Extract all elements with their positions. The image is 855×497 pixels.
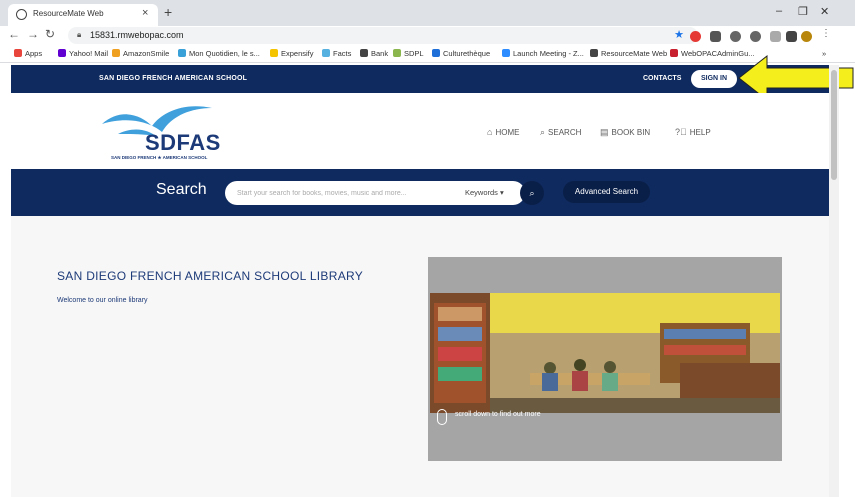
library-photo [430, 293, 780, 413]
keywords-dropdown[interactable]: Keywords ▾ [465, 188, 504, 197]
nav-home-label: HOME [495, 128, 520, 137]
bookmark-item[interactable]: Facts [322, 49, 351, 58]
nav-book-bin-label: BOOK BIN [611, 128, 651, 137]
bookmark-label: Bank [371, 49, 389, 58]
bookmark-label: Expensify [281, 49, 314, 58]
top-bar: SAN DIEGO FRENCH AMERICAN SCHOOL CONTACT… [11, 65, 829, 93]
logo-subtitle: SAN DIEGO FRENCH ★ AMERICAN SCHOOL [111, 155, 208, 160]
bookmark-star-icon[interactable]: ★ [674, 28, 684, 41]
advanced-search-button[interactable]: Advanced Search [563, 181, 650, 203]
bookmark-label: Launch Meeting - Z... [513, 49, 584, 58]
search-box: Keywords ▾ [225, 181, 525, 205]
nav-search-label: SEARCH [548, 128, 582, 137]
nav-search[interactable]: ⌕ SEARCH [540, 127, 581, 138]
scrollbar-thumb[interactable] [831, 70, 837, 180]
reload-icon[interactable]: ↻ [45, 27, 55, 41]
search-input[interactable] [237, 181, 442, 205]
tab-title: ResourceMate Web [33, 9, 104, 18]
bookmark-icon [112, 49, 120, 57]
extension-icon[interactable] [750, 31, 761, 42]
bookmarks-bar: Apps Yahoo! Mail AmazonSmile Mon Quotidien,… [0, 46, 855, 63]
bookmark-item[interactable]: Expensify [270, 49, 314, 58]
browser-tab[interactable]: ResourceMate Web × [8, 4, 158, 26]
back-icon[interactable]: ← [8, 27, 20, 41]
bookmark-item[interactable]: AmazonSmile [112, 49, 169, 58]
help-icon: ?⃝ [675, 127, 687, 137]
bookmark-item[interactable]: Yahoo! Mail [58, 49, 108, 58]
new-tab-button[interactable]: + [164, 4, 172, 20]
bookmark-icon [432, 49, 440, 57]
cast-icon[interactable] [770, 31, 781, 42]
bookmark-item[interactable]: SDPL [393, 49, 424, 58]
search-icon: ⌕ [540, 127, 546, 137]
bookmark-item[interactable]: Bank [360, 49, 388, 58]
bookmark-icon [670, 49, 678, 57]
browser-toolbar: ← → ↻ 🔒︎ 15831.rmwebopac.com ★ [0, 26, 855, 46]
page-title: SAN DIEGO FRENCH AMERICAN SCHOOL LIBRARY [57, 269, 364, 283]
bookmark-label: Mon Quotidien, le s... [189, 49, 260, 58]
mouse-scroll-icon [437, 409, 447, 425]
bookmark-label: AmazonSmile [123, 49, 170, 58]
bookmark-label: Culturethèque [443, 49, 491, 58]
maximize-button[interactable]: ❐ [798, 5, 808, 18]
logo-text: SDFAS [145, 130, 221, 155]
avatar[interactable] [801, 31, 812, 42]
nav-help-label: HELP [689, 128, 711, 137]
bookmark-item[interactable]: Mon Quotidien, le s... [178, 49, 260, 58]
tab-close-button[interactable]: × [142, 7, 148, 19]
search-title: Search [156, 181, 207, 198]
bookmark-icon [590, 49, 598, 57]
bookmark-icon [58, 49, 66, 57]
page-subtitle: Welcome to our online library [57, 297, 148, 304]
bookmark-label: Yahoo! Mail [69, 49, 109, 58]
nav-book-bin[interactable]: ▤ BOOK BIN [600, 127, 650, 138]
opera-extension-icon[interactable] [690, 31, 701, 42]
scroll-hint: scroll down to find out more [455, 411, 541, 418]
keywords-label: Keywords [465, 188, 498, 197]
bookmark-icon [360, 49, 368, 57]
search-icon: ⌕ [529, 188, 535, 198]
address-bar[interactable]: 🔒︎ 15831.rmwebopac.com ★ [68, 27, 698, 44]
sign-in-button[interactable]: SIGN IN [691, 70, 737, 88]
bookmark-item[interactable]: Culturethèque [432, 49, 490, 58]
home-icon: ⌂ [487, 127, 493, 137]
contacts-link[interactable]: CONTACTS [643, 75, 681, 82]
address-url: 15831.rmwebopac.com [90, 30, 184, 40]
bookmark-label: Facts [333, 49, 352, 58]
bookmark-label: SDPL [404, 49, 424, 58]
school-name: SAN DIEGO FRENCH AMERICAN SCHOOL [99, 75, 248, 82]
bookmark-item[interactable]: ResourceMate Web [590, 49, 667, 58]
menu-kebab-icon[interactable]: ⋮ [821, 28, 831, 39]
bookmark-icon [393, 49, 401, 57]
bookmark-icon [178, 49, 186, 57]
minimize-button[interactable]: – [776, 5, 782, 17]
nav-help[interactable]: ?⃝ HELP [675, 127, 711, 137]
bookmark-icon [270, 49, 278, 57]
puzzle-extension-icon[interactable] [786, 31, 797, 42]
bookmark-item[interactable]: Apps [14, 49, 42, 58]
lock-icon: 🔒︎ [77, 30, 82, 39]
bookmark-icon [322, 49, 330, 57]
bookbin-icon: ▤ [600, 127, 609, 137]
extension-icon[interactable] [710, 31, 721, 42]
search-submit-button[interactable]: ⌕ [520, 181, 544, 205]
close-window-button[interactable]: ✕ [820, 5, 829, 18]
nav-home[interactable]: ⌂ HOME [487, 127, 519, 137]
bookmark-icon [502, 49, 510, 57]
bookmark-icon [14, 49, 22, 57]
bookmark-label: Apps [25, 49, 43, 58]
bookmark-label: ResourceMate Web [601, 49, 668, 58]
extension-icon[interactable] [730, 31, 741, 42]
bookmark-item[interactable]: Launch Meeting - Z... [502, 49, 584, 58]
globe-icon [16, 9, 27, 20]
forward-icon[interactable]: → [27, 27, 39, 41]
chevron-down-icon: ▾ [500, 188, 504, 197]
